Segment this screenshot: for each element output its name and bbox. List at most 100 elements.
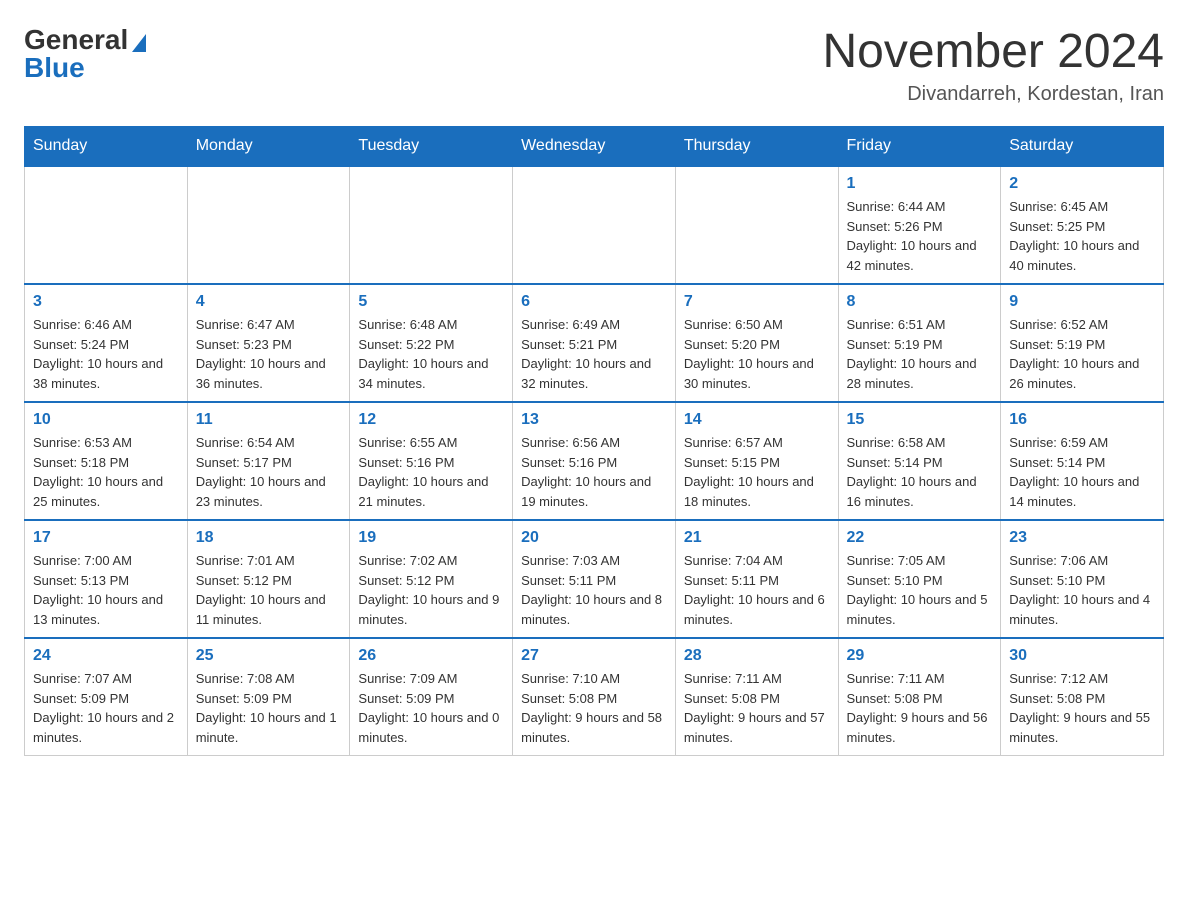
day-number: 22 (847, 529, 993, 547)
day-info: Sunrise: 6:56 AMSunset: 5:16 PMDaylight:… (521, 433, 667, 511)
day-number: 9 (1009, 293, 1155, 311)
day-number: 17 (33, 529, 179, 547)
week-row-2: 3 Sunrise: 6:46 AMSunset: 5:24 PMDaylight… (25, 284, 1164, 402)
day-info: Sunrise: 7:09 AMSunset: 5:09 PMDaylight:… (358, 669, 504, 747)
logo: General Blue (24, 24, 146, 84)
calendar-cell: 1 Sunrise: 6:44 AMSunset: 5:26 PMDaylight… (838, 166, 1001, 284)
day-number: 18 (196, 529, 342, 547)
week-row-5: 24 Sunrise: 7:07 AMSunset: 5:09 PMDayligh… (25, 638, 1164, 756)
day-info: Sunrise: 6:55 AMSunset: 5:16 PMDaylight:… (358, 433, 504, 511)
column-header-sunday: Sunday (25, 127, 188, 167)
week-row-1: 1 Sunrise: 6:44 AMSunset: 5:26 PMDaylight… (25, 166, 1164, 284)
calendar-cell (25, 166, 188, 284)
day-info: Sunrise: 7:11 AMSunset: 5:08 PMDaylight:… (684, 669, 830, 747)
calendar-cell: 17 Sunrise: 7:00 AMSunset: 5:13 PMDayligh… (25, 520, 188, 638)
day-number: 14 (684, 411, 830, 429)
calendar-cell: 7 Sunrise: 6:50 AMSunset: 5:20 PMDaylight… (675, 284, 838, 402)
calendar-cell: 26 Sunrise: 7:09 AMSunset: 5:09 PMDayligh… (350, 638, 513, 756)
calendar-cell: 15Sunrise: 6:58 AMSunset: 5:14 PMDayligh… (838, 402, 1001, 520)
day-info: Sunrise: 6:51 AMSunset: 5:19 PMDaylight:… (847, 315, 993, 393)
day-number: 7 (684, 293, 830, 311)
day-number: 26 (358, 647, 504, 665)
calendar-cell: 28 Sunrise: 7:11 AMSunset: 5:08 PMDayligh… (675, 638, 838, 756)
day-info: Sunrise: 6:45 AMSunset: 5:25 PMDaylight:… (1009, 197, 1155, 275)
day-number: 28 (684, 647, 830, 665)
day-info: Sunrise: 6:57 AMSunset: 5:15 PMDaylight:… (684, 433, 830, 511)
page-header: General Blue November 2024 Divandarreh, … (24, 24, 1164, 106)
day-number: 4 (196, 293, 342, 311)
day-info: Sunrise: 7:01 AMSunset: 5:12 PMDaylight:… (196, 551, 342, 629)
week-row-3: 10 Sunrise: 6:53 AMSunset: 5:18 PMDayligh… (25, 402, 1164, 520)
calendar-cell: 21Sunrise: 7:04 AMSunset: 5:11 PMDayligh… (675, 520, 838, 638)
calendar-cell: 9 Sunrise: 6:52 AMSunset: 5:19 PMDaylight… (1001, 284, 1164, 402)
day-info: Sunrise: 7:10 AMSunset: 5:08 PMDaylight:… (521, 669, 667, 747)
day-info: Sunrise: 6:54 AMSunset: 5:17 PMDaylight:… (196, 433, 342, 511)
day-info: Sunrise: 6:44 AMSunset: 5:26 PMDaylight:… (847, 197, 993, 275)
title-section: November 2024 Divandarreh, Kordestan, Ir… (822, 24, 1164, 106)
day-info: Sunrise: 6:46 AMSunset: 5:24 PMDaylight:… (33, 315, 179, 393)
logo-triangle (132, 34, 146, 52)
day-info: Sunrise: 7:08 AMSunset: 5:09 PMDaylight:… (196, 669, 342, 747)
day-info: Sunrise: 6:50 AMSunset: 5:20 PMDaylight:… (684, 315, 830, 393)
calendar-cell: 22 Sunrise: 7:05 AMSunset: 5:10 PMDayligh… (838, 520, 1001, 638)
day-info: Sunrise: 6:52 AMSunset: 5:19 PMDaylight:… (1009, 315, 1155, 393)
day-number: 6 (521, 293, 667, 311)
day-number: 1 (847, 175, 993, 193)
day-info: Sunrise: 7:04 AMSunset: 5:11 PMDaylight:… (684, 551, 830, 629)
day-info: Sunrise: 7:05 AMSunset: 5:10 PMDaylight:… (847, 551, 993, 629)
day-info: Sunrise: 6:53 AMSunset: 5:18 PMDaylight:… (33, 433, 179, 511)
calendar-cell: 14 Sunrise: 6:57 AMSunset: 5:15 PMDayligh… (675, 402, 838, 520)
calendar-cell: 5Sunrise: 6:48 AMSunset: 5:22 PMDaylight… (350, 284, 513, 402)
day-info: Sunrise: 7:03 AMSunset: 5:11 PMDaylight:… (521, 551, 667, 629)
day-info: Sunrise: 7:02 AMSunset: 5:12 PMDaylight:… (358, 551, 504, 629)
calendar-cell: 2Sunrise: 6:45 AMSunset: 5:25 PMDaylight… (1001, 166, 1164, 284)
day-info: Sunrise: 7:07 AMSunset: 5:09 PMDaylight:… (33, 669, 179, 747)
day-number: 12 (358, 411, 504, 429)
day-number: 10 (33, 411, 179, 429)
calendar-cell: 19 Sunrise: 7:02 AMSunset: 5:12 PMDayligh… (350, 520, 513, 638)
day-number: 15 (847, 411, 993, 429)
day-info: Sunrise: 7:00 AMSunset: 5:13 PMDaylight:… (33, 551, 179, 629)
calendar-cell: 6Sunrise: 6:49 AMSunset: 5:21 PMDaylight… (513, 284, 676, 402)
calendar-cell: 30Sunrise: 7:12 AMSunset: 5:08 PMDayligh… (1001, 638, 1164, 756)
column-header-monday: Monday (187, 127, 350, 167)
calendar-cell: 29Sunrise: 7:11 AMSunset: 5:08 PMDayligh… (838, 638, 1001, 756)
calendar-cell: 11 Sunrise: 6:54 AMSunset: 5:17 PMDayligh… (187, 402, 350, 520)
calendar-cell: 20Sunrise: 7:03 AMSunset: 5:11 PMDayligh… (513, 520, 676, 638)
day-info: Sunrise: 7:11 AMSunset: 5:08 PMDaylight:… (847, 669, 993, 747)
day-number: 19 (358, 529, 504, 547)
calendar-cell: 12 Sunrise: 6:55 AMSunset: 5:16 PMDayligh… (350, 402, 513, 520)
day-number: 16 (1009, 411, 1155, 429)
day-number: 3 (33, 293, 179, 311)
day-info: Sunrise: 7:06 AMSunset: 5:10 PMDaylight:… (1009, 551, 1155, 629)
calendar-cell: 23 Sunrise: 7:06 AMSunset: 5:10 PMDayligh… (1001, 520, 1164, 638)
column-header-thursday: Thursday (675, 127, 838, 167)
calendar-cell: 16 Sunrise: 6:59 AMSunset: 5:14 PMDayligh… (1001, 402, 1164, 520)
day-number: 5 (358, 293, 504, 311)
day-number: 11 (196, 411, 342, 429)
day-number: 13 (521, 411, 667, 429)
calendar-cell: 13 Sunrise: 6:56 AMSunset: 5:16 PMDayligh… (513, 402, 676, 520)
month-year-title: November 2024 (822, 24, 1164, 79)
calendar-cell (675, 166, 838, 284)
column-header-tuesday: Tuesday (350, 127, 513, 167)
calendar-cell: 8 Sunrise: 6:51 AMSunset: 5:19 PMDaylight… (838, 284, 1001, 402)
day-number: 23 (1009, 529, 1155, 547)
day-number: 25 (196, 647, 342, 665)
calendar-header-row: SundayMondayTuesdayWednesdayThursdayFrid… (25, 127, 1164, 167)
day-number: 27 (521, 647, 667, 665)
column-header-wednesday: Wednesday (513, 127, 676, 167)
calendar-cell: 24 Sunrise: 7:07 AMSunset: 5:09 PMDayligh… (25, 638, 188, 756)
column-header-saturday: Saturday (1001, 127, 1164, 167)
calendar-cell: 10 Sunrise: 6:53 AMSunset: 5:18 PMDayligh… (25, 402, 188, 520)
calendar-cell: 18 Sunrise: 7:01 AMSunset: 5:12 PMDayligh… (187, 520, 350, 638)
calendar-cell (350, 166, 513, 284)
calendar-cell (187, 166, 350, 284)
day-number: 8 (847, 293, 993, 311)
day-info: Sunrise: 7:12 AMSunset: 5:08 PMDaylight:… (1009, 669, 1155, 747)
location-subtitle: Divandarreh, Kordestan, Iran (822, 83, 1164, 106)
day-info: Sunrise: 6:59 AMSunset: 5:14 PMDaylight:… (1009, 433, 1155, 511)
day-info: Sunrise: 6:47 AMSunset: 5:23 PMDaylight:… (196, 315, 342, 393)
calendar-table: SundayMondayTuesdayWednesdayThursdayFrid… (24, 126, 1164, 756)
day-number: 24 (33, 647, 179, 665)
